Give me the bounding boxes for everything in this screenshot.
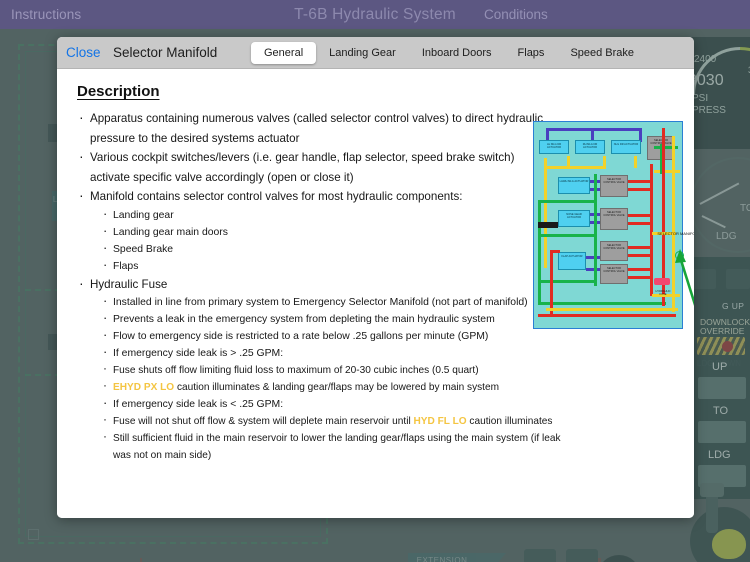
leak-low-list: If emergency side leak is < .25 GPM: (101, 396, 680, 413)
list-item: Fuse shuts off flow limiting fluid loss … (101, 362, 561, 379)
tab-inboard-doors[interactable]: Inboard Doors (409, 42, 505, 64)
top-navigation-bar: Instructions T-6B Hydraulic System Condi… (0, 0, 750, 29)
leak-low-sublist: Fuse will not shut off flow & system wil… (101, 413, 680, 464)
caution-ehyd-px-lo: EHYD PX LO (113, 382, 174, 393)
caution-hyd-fl-lo: HYD FL LO (414, 416, 467, 427)
list-item: Installed in line from primary system to… (101, 294, 571, 311)
tab-segmented-control: General Landing Gear Inboard Doors Flaps… (251, 42, 647, 64)
list-item: Landing gear main doors (101, 224, 571, 241)
selector-manifold-callout-label: SELECTOR MANIFOLD (657, 231, 694, 236)
list-item: Landing gear (101, 207, 571, 224)
list-item: Apparatus containing numerous valves (ca… (77, 109, 547, 148)
list-item: Still sufficient fluid in the main reser… (101, 430, 561, 464)
tab-speed-brake[interactable]: Speed Brake (557, 42, 647, 64)
list-item: Various cockpit switches/levers (i.e. ge… (77, 148, 547, 187)
description-heading: Description (77, 83, 680, 100)
list-item: Prevents a leak in the emergency system … (101, 311, 571, 328)
list-item: Speed Brake (101, 241, 571, 258)
list-item: Fuse will not shut off flow & system wil… (101, 413, 561, 430)
tab-flaps[interactable]: Flaps (505, 42, 558, 64)
list-item: Flow to emergency side is restricted to … (101, 328, 571, 345)
modal-body: Description Apparatus containing numerou… (57, 69, 694, 518)
list-item: Flaps (101, 258, 571, 275)
nav-conditions-link[interactable]: Conditions (484, 7, 548, 22)
list-item: If emergency side leak is < .25 GPM: (101, 396, 571, 413)
close-button[interactable]: Close (66, 45, 101, 60)
caution-hyd-fl-lo-pre: Fuse will not shut off flow & system wil… (113, 416, 414, 427)
app-root: LH MLG ACT EXTENSION SELECTOR SOLENOID 2… (0, 0, 750, 562)
tab-general[interactable]: General (251, 42, 316, 64)
callout-arrow-icon (653, 237, 694, 417)
list-item: Hydraulic Fuse (77, 275, 547, 295)
modal-header: Close Selector Manifold General Landing … (57, 37, 694, 69)
app-title: T-6B Hydraulic System (0, 6, 750, 24)
selector-manifold-modal: Close Selector Manifold General Landing … (57, 37, 694, 518)
caution-hyd-fl-lo-post: caution illuminates (467, 416, 553, 427)
list-item: Manifold contains selector control valve… (77, 187, 547, 207)
modal-title: Selector Manifold (113, 45, 217, 60)
leak-high-sublist: Fuse shuts off flow limiting fluid loss … (101, 362, 680, 396)
tab-landing-gear[interactable]: Landing Gear (316, 42, 409, 64)
list-item: If emergency side leak is > .25 GPM: (101, 345, 571, 362)
list-item: EHYD PX LO caution illuminates & landing… (101, 379, 561, 396)
caution-ehyd-px-lo-rest: caution illuminates & landing gear/flaps… (174, 382, 499, 393)
